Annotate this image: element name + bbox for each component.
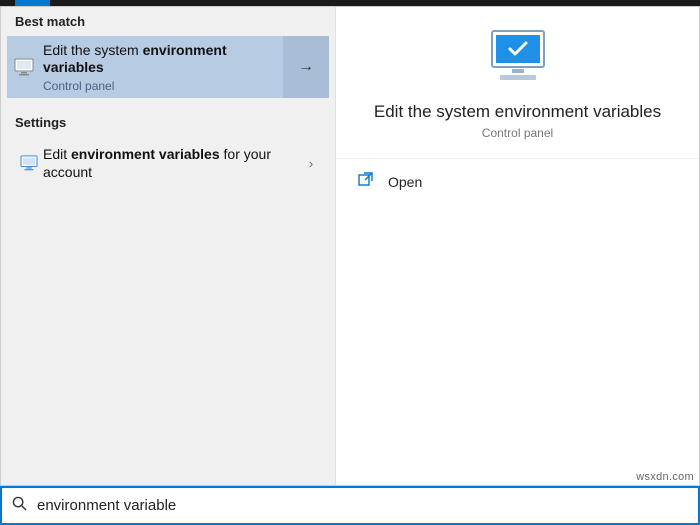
monitor-large-icon xyxy=(486,29,550,88)
open-label: Open xyxy=(388,174,422,190)
hero-title: Edit the system environment variables xyxy=(356,102,679,122)
monitor-icon xyxy=(7,58,41,76)
best-match-subtitle: Control panel xyxy=(43,79,281,93)
search-icon xyxy=(12,496,27,515)
text-pre: Edit xyxy=(43,146,71,162)
settings-header: Settings xyxy=(1,108,335,137)
title-pre: Edit the system xyxy=(43,42,143,58)
settings-result-text: Edit environment variables for your acco… xyxy=(43,145,299,181)
open-action[interactable]: Open xyxy=(336,158,699,204)
hero-subtitle: Control panel xyxy=(356,126,679,140)
settings-result[interactable]: Edit environment variables for your acco… xyxy=(5,139,331,187)
open-icon xyxy=(358,171,374,192)
best-match-text: Edit the system environment variables Co… xyxy=(41,36,283,99)
search-bar[interactable] xyxy=(0,486,700,525)
text-bold: environment variables xyxy=(71,146,220,162)
details-right-pane: Edit the system environment variables Co… xyxy=(336,7,699,485)
chevron-right-icon: › xyxy=(309,156,313,171)
best-match-result[interactable]: Edit the system environment variables Co… xyxy=(7,36,329,98)
results-left-pane: Best match Edit the system environment v… xyxy=(1,7,336,485)
search-results-panel: Best match Edit the system environment v… xyxy=(0,6,700,486)
expand-arrow[interactable]: → xyxy=(283,36,329,98)
hero-section: Edit the system environment variables Co… xyxy=(336,7,699,158)
arrow-right-icon: → xyxy=(298,58,314,76)
expand-arrow[interactable]: › xyxy=(299,156,323,171)
search-input[interactable] xyxy=(37,497,688,514)
monitor-icon xyxy=(15,155,43,171)
best-match-header: Best match xyxy=(1,7,335,36)
watermark: wsxdn.com xyxy=(636,471,694,483)
